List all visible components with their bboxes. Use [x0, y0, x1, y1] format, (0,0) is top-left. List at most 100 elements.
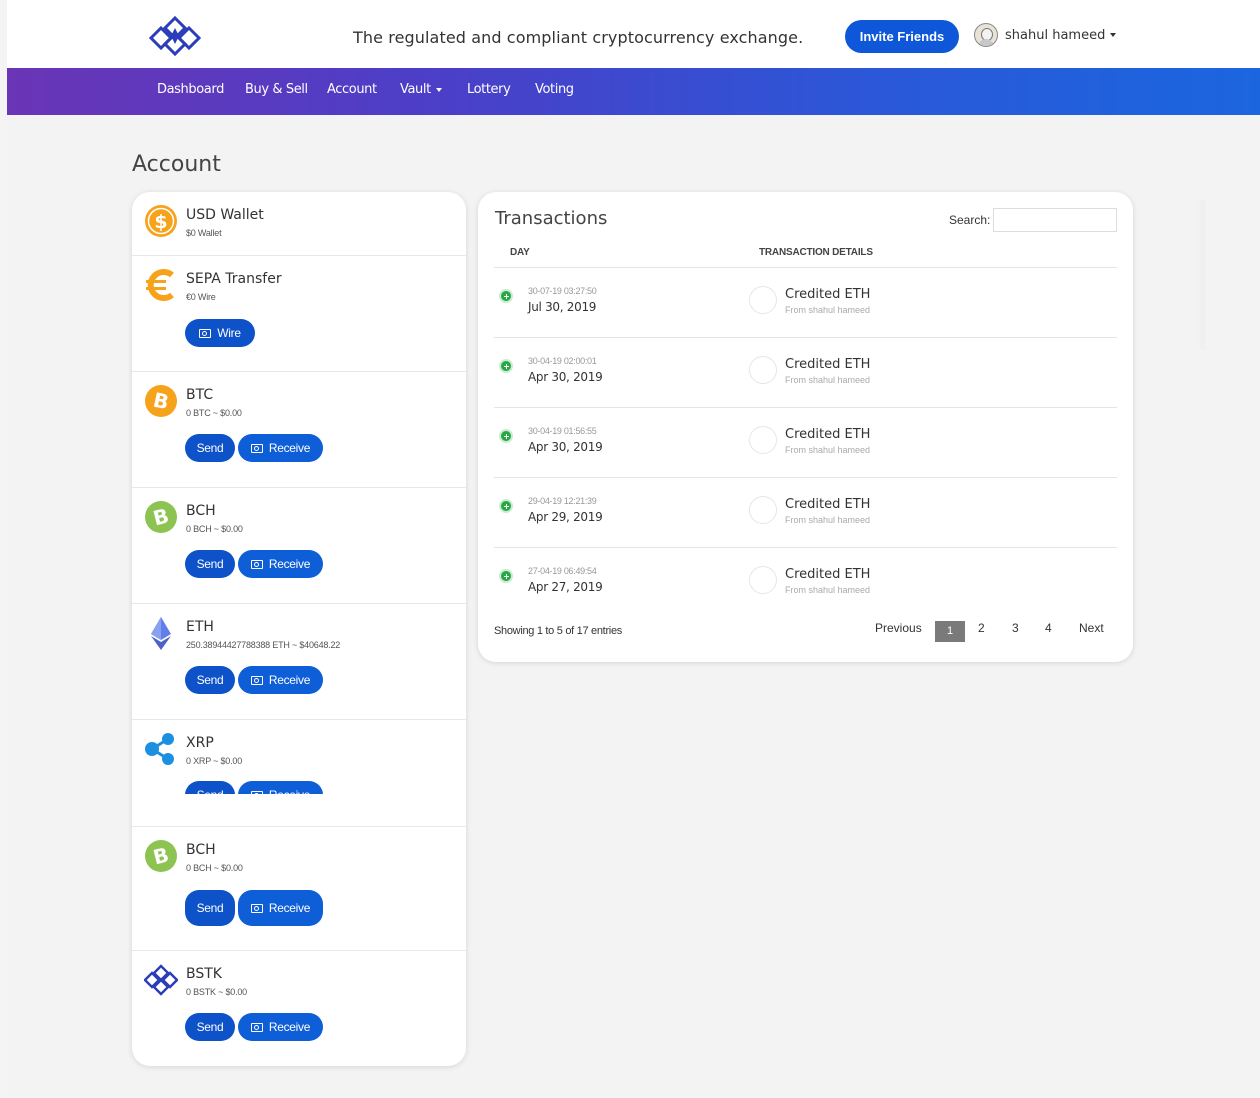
receive-button[interactable]: Receive: [238, 890, 323, 926]
receive-label: Receive: [269, 788, 311, 794]
send-button[interactable]: Send: [185, 890, 235, 926]
table-row[interactable]: 29-04-19 12:21:39 Apr 29, 2019 Credited …: [494, 478, 1117, 548]
nav-vault-label: Vault: [400, 82, 431, 97]
bitcoin-icon: B: [145, 385, 177, 417]
send-button[interactable]: Send: [185, 666, 235, 694]
tx-avatar: [749, 286, 777, 314]
table-row[interactable]: 27-04-19 06:49:54 Apr 27, 2019 Credited …: [494, 548, 1117, 618]
nav-vault[interactable]: Vault: [400, 82, 442, 97]
table-info: Showing 1 to 5 of 17 entries: [494, 625, 622, 637]
tx-timestamp: 30-07-19 03:27:50: [528, 286, 597, 296]
receive-button[interactable]: Receive: [238, 1013, 323, 1041]
tx-timestamp: 30-04-19 01:56:55: [528, 426, 597, 436]
receive-button[interactable]: Receive: [238, 781, 323, 794]
wallet-actions: Send Receive: [185, 666, 323, 694]
wallet-balance: €0 Wire: [186, 292, 216, 302]
tx-detail: Credited ETH: [785, 567, 871, 582]
tx-date: Apr 29, 2019: [528, 510, 603, 524]
money-icon: [250, 790, 263, 794]
nav-lottery[interactable]: Lottery: [467, 82, 511, 97]
money-icon: [250, 559, 263, 569]
table-row[interactable]: 30-07-19 03:27:50 Jul 30, 2019 Credited …: [494, 268, 1117, 338]
scroll-shadow: [1197, 200, 1205, 350]
nav-account[interactable]: Account: [327, 82, 377, 97]
euro-icon: [146, 269, 174, 301]
wallet-bch-2: B BCH 0 BCH ~ $0.00 Send Receive: [132, 827, 466, 951]
svg-text:$: $: [154, 211, 167, 233]
wallet-bstk: BSTK 0 BSTK ~ $0.00 Send Receive: [132, 951, 466, 1066]
wallet-balance: 250.38944427788388 ETH ~ $40648.22: [186, 640, 341, 650]
search-input[interactable]: [993, 208, 1117, 232]
column-header-details[interactable]: TRANSACTION DETAILS: [759, 247, 873, 258]
wallet-name: SEPA Transfer: [186, 271, 282, 287]
plus-circle-icon: [499, 429, 513, 443]
wallet-balance: 0 XRP ~ $0.00: [186, 756, 243, 766]
pager-page-4[interactable]: 4: [1045, 621, 1052, 635]
tx-detail: Credited ETH: [785, 357, 871, 372]
wallet-actions: Send Receive: [185, 890, 323, 926]
wallet-balance: 0 BCH ~ $0.00: [186, 524, 243, 534]
user-menu[interactable]: shahul hameed: [974, 22, 1117, 48]
bitcoin-cash-icon: B: [145, 840, 177, 872]
wallet-name: BCH: [186, 842, 216, 858]
nav-buy-sell[interactable]: Buy & Sell: [245, 82, 308, 97]
receive-label: Receive: [268, 673, 311, 687]
send-button[interactable]: Send: [185, 434, 235, 462]
plus-circle-icon: [499, 359, 513, 373]
tx-timestamp: 29-04-19 12:21:39: [528, 496, 597, 506]
money-icon: [250, 443, 263, 453]
plus-circle-icon: [499, 569, 513, 583]
wallet-actions: Send Receive: [185, 434, 323, 462]
nav-voting[interactable]: Voting: [535, 82, 574, 97]
exchange-logo-icon[interactable]: [149, 14, 201, 58]
avatar[interactable]: [974, 23, 998, 47]
wallet-list: $ USD Wallet $0 Wallet SEPA Transfer €0 …: [132, 192, 466, 1066]
wallet-name: ETH: [186, 619, 214, 635]
tx-date: Apr 30, 2019: [528, 440, 603, 454]
wallet-balance: 0 BTC ~ $0.00: [186, 408, 242, 418]
send-button[interactable]: Send: [185, 550, 235, 578]
bstk-logo-icon: [144, 964, 178, 996]
receive-button[interactable]: Receive: [238, 550, 323, 578]
wallet-name: XRP: [186, 735, 214, 751]
table-row[interactable]: 30-04-19 02:00:01 Apr 30, 2019 Credited …: [494, 338, 1117, 408]
invite-friends-button[interactable]: Invite Friends: [845, 20, 959, 53]
search-label: Search:: [949, 213, 991, 227]
wallet-actions: Send Receive: [185, 1013, 323, 1041]
pager-page-3[interactable]: 3: [1012, 621, 1019, 635]
column-header-day[interactable]: DAY: [510, 247, 530, 258]
transactions-panel: Transactions Search: DAY TRANSACTION DET…: [478, 192, 1133, 662]
tx-from: From shahul hameed: [785, 515, 871, 525]
tx-avatar: [749, 356, 777, 384]
pager-next[interactable]: Next: [1079, 621, 1104, 635]
chevron-down-icon: [1110, 33, 1117, 37]
send-button[interactable]: Send: [185, 1013, 235, 1041]
plus-circle-icon: [499, 289, 513, 303]
receive-button[interactable]: Receive: [238, 434, 323, 462]
wire-button[interactable]: Wire: [185, 319, 255, 347]
wire-label: Wire: [217, 326, 241, 340]
pager-previous[interactable]: Previous: [875, 621, 922, 635]
tx-from: From shahul hameed: [785, 445, 871, 455]
tx-from: From shahul hameed: [785, 305, 871, 315]
wallet-name: BTC: [186, 387, 214, 403]
tx-date: Apr 30, 2019: [528, 370, 603, 384]
username-label: shahul hameed: [1005, 27, 1106, 43]
tx-from: From shahul hameed: [785, 375, 871, 385]
wallet-actions: Wire: [185, 319, 255, 347]
pager-page-1[interactable]: 1: [935, 621, 965, 642]
tx-timestamp: 27-04-19 06:49:54: [528, 566, 597, 576]
wallet-name: USD Wallet: [186, 207, 264, 223]
receive-label: Receive: [268, 557, 311, 571]
tx-detail: Credited ETH: [785, 497, 871, 512]
pager-page-2[interactable]: 2: [978, 621, 985, 635]
wallet-eth: ETH 250.38944427788388 ETH ~ $40648.22 S…: [132, 604, 466, 720]
table-row[interactable]: 30-04-19 01:56:55 Apr 30, 2019 Credited …: [494, 408, 1117, 478]
wallet-usd: $ USD Wallet $0 Wallet: [132, 192, 466, 256]
money-icon: [250, 1022, 263, 1032]
nav-dashboard[interactable]: Dashboard: [157, 82, 224, 97]
page-title: Account: [132, 152, 221, 177]
tx-timestamp: 30-04-19 02:00:01: [528, 356, 597, 366]
send-button[interactable]: Send: [185, 781, 235, 794]
receive-button[interactable]: Receive: [238, 666, 323, 694]
